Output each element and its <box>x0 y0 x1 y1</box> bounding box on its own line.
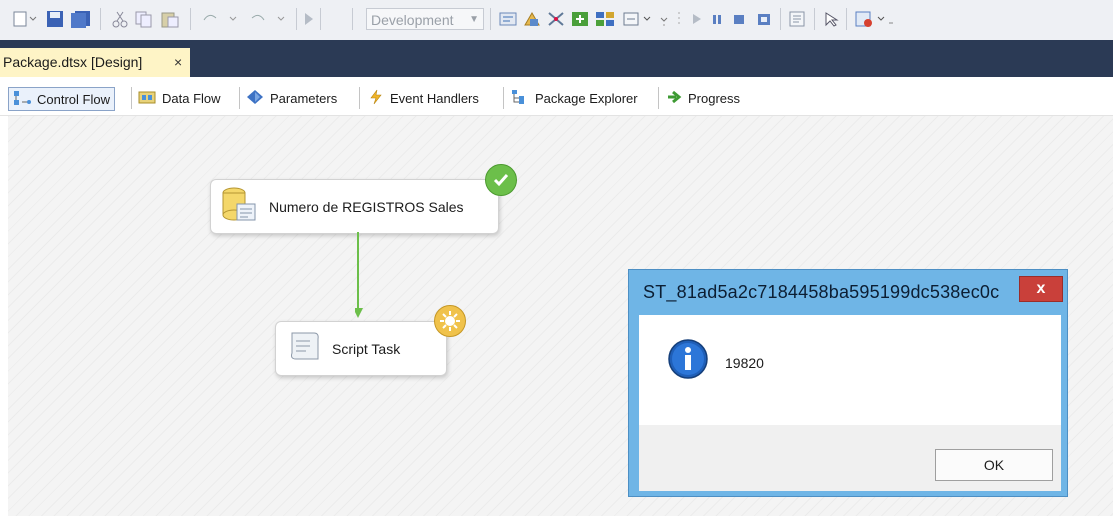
undo-icon[interactable] <box>200 9 240 29</box>
configuration-value: Development <box>371 12 454 28</box>
continue-icon[interactable] <box>690 9 704 29</box>
toolbox-icon[interactable] <box>546 9 566 29</box>
data-flow-icon <box>138 89 156 108</box>
parameters-icon <box>246 89 264 108</box>
success-check-icon <box>485 164 517 196</box>
standard-toolbar: Development ▼ <box>0 0 1113 41</box>
task-label: Numero de REGISTROS Sales <box>269 198 464 215</box>
tab-label: Control Flow <box>37 91 110 107</box>
script-task-icon <box>284 329 322 368</box>
paste-icon[interactable] <box>160 9 180 29</box>
message-box-dialog: ST_81ad5a2c7184458ba595199dc538ec0c x 19… <box>628 269 1068 497</box>
pause-icon[interactable] <box>710 9 724 29</box>
cut-icon[interactable] <box>112 9 128 29</box>
script-task[interactable]: Script Task <box>275 321 447 376</box>
tab-data-flow[interactable]: Data Flow <box>138 87 221 109</box>
breakpoints-icon[interactable] <box>788 9 808 29</box>
event-handlers-icon <box>368 89 384 108</box>
document-tab-strip: Package.dtsx [Design] × <box>0 40 1113 77</box>
package-explorer-icon <box>511 89 529 108</box>
start-icon[interactable] <box>302 9 316 29</box>
tab-label: Package Explorer <box>535 90 638 106</box>
tab-label: Data Flow <box>162 90 221 106</box>
tab-label: Event Handlers <box>390 90 479 106</box>
information-icon <box>667 338 709 385</box>
stop-icon[interactable] <box>732 9 746 29</box>
toolbar-grip-icon <box>658 9 670 29</box>
tab-label: Parameters <box>270 90 338 106</box>
dialog-body: 19820 OK <box>639 315 1061 491</box>
precedence-constraint[interactable] <box>353 232 365 325</box>
progress-icon <box>666 89 682 108</box>
dialog-close-button[interactable]: x <box>1019 276 1063 302</box>
dialog-title: ST_81ad5a2c7184458ba595199dc538ec0c <box>643 282 1000 302</box>
execute-sql-task-icon <box>219 186 259 227</box>
designer-tab-bar: Control Flow Data Flow Parameters Event … <box>0 79 1113 116</box>
tab-control-flow[interactable]: Control Flow <box>8 87 115 111</box>
tab-package-explorer[interactable]: Package Explorer <box>511 87 638 109</box>
parameters-toolbar-icon[interactable] <box>522 9 542 29</box>
solution-configuration-dropdown[interactable]: Development ▼ <box>366 8 484 30</box>
execute-sql-task[interactable]: Numero de REGISTROS Sales <box>210 179 499 234</box>
redo-icon[interactable] <box>248 9 288 29</box>
task-label: Script Task <box>332 340 401 357</box>
running-status-icon <box>434 305 466 337</box>
ok-button[interactable]: OK <box>935 449 1053 481</box>
dialog-footer: OK <box>639 425 1061 491</box>
save-all-icon[interactable] <box>70 9 92 29</box>
restart-icon[interactable] <box>756 9 772 29</box>
tab-parameters[interactable]: Parameters <box>246 87 337 109</box>
add-item-dropdown-icon[interactable] <box>854 9 894 29</box>
close-icon: x <box>1036 280 1046 297</box>
new-project-icon[interactable] <box>12 9 38 29</box>
tab-progress[interactable]: Progress <box>666 87 740 109</box>
cursor-icon[interactable] <box>822 9 842 29</box>
debug-grip-icon <box>676 9 682 29</box>
dialog-message: 19820 <box>725 355 764 371</box>
document-tab-title: Package.dtsx [Design] <box>3 54 143 70</box>
save-icon[interactable] <box>46 9 64 29</box>
tab-event-handlers[interactable]: Event Handlers <box>368 87 479 109</box>
tab-label: Progress <box>688 90 741 106</box>
ssis-toolbox-icon[interactable] <box>570 9 590 29</box>
ok-label: OK <box>983 457 1005 473</box>
close-tab-icon[interactable]: × <box>174 48 182 77</box>
control-flow-icon <box>13 90 31 109</box>
layout-icon[interactable] <box>594 9 616 29</box>
tab-package-design[interactable]: Package.dtsx [Design] × <box>0 48 190 77</box>
variables-icon[interactable] <box>498 9 518 29</box>
copy-icon[interactable] <box>134 9 154 29</box>
zoom-dropdown-icon[interactable] <box>622 9 656 29</box>
